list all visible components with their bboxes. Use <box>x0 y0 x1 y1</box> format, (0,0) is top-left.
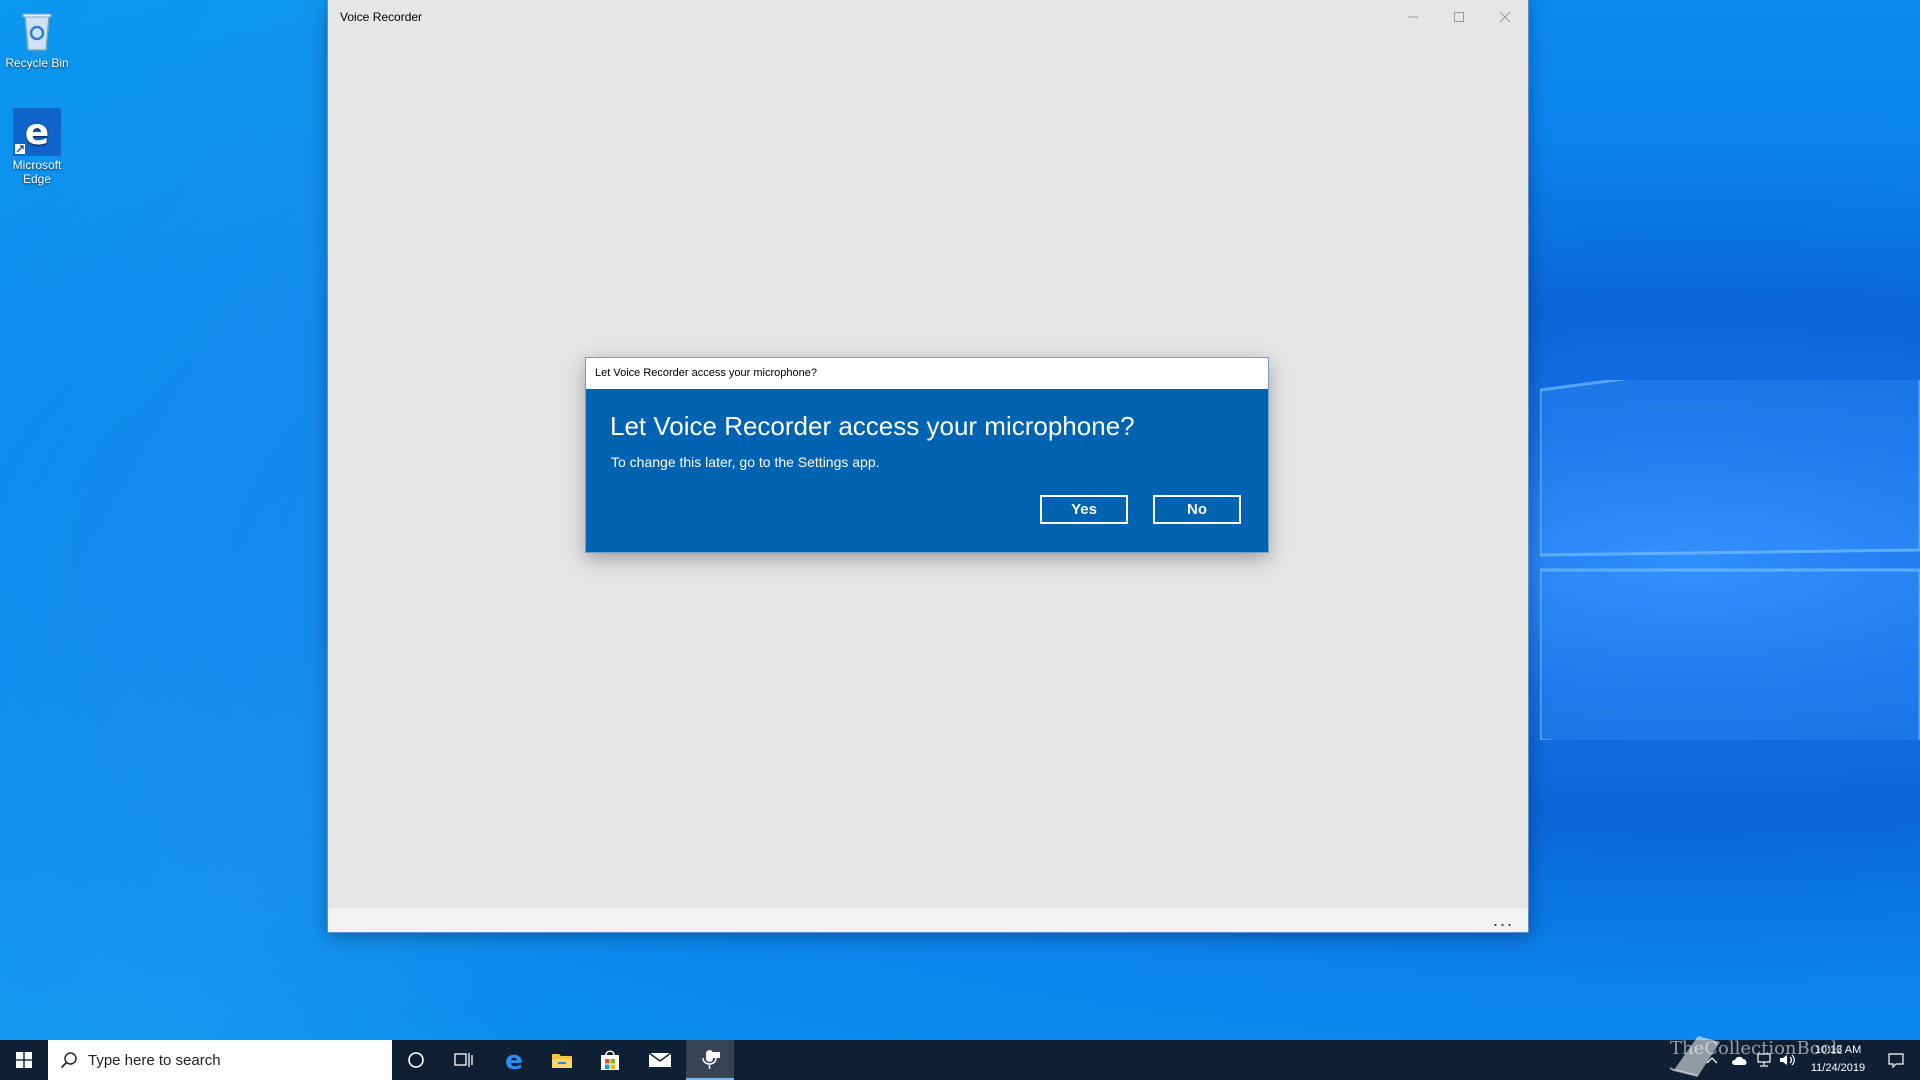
edge-icon: e <box>13 108 61 156</box>
yes-button[interactable]: Yes <box>1040 495 1128 524</box>
dialog-subtext: To change this later, go to the Settings… <box>611 454 880 470</box>
clock-date[interactable]: 11/24/2019 <box>1802 1062 1874 1074</box>
dialog-titlebar[interactable]: Let Voice Recorder access your microphon… <box>586 358 1268 389</box>
microphone-icon <box>702 1050 720 1069</box>
recycle-bin-icon <box>13 6 61 54</box>
desktop-icon-label: Microsoft Edge <box>12 158 62 186</box>
app-command-bar: ... <box>328 908 1528 932</box>
mail-icon <box>648 1052 672 1067</box>
close-button[interactable] <box>1482 0 1528 34</box>
svg-text:e: e <box>505 1048 523 1072</box>
no-button[interactable]: No <box>1153 495 1241 524</box>
maximize-icon <box>1454 12 1464 22</box>
windows-start-icon <box>16 1052 32 1068</box>
search-icon <box>60 1052 77 1069</box>
watermark-text: TheCollectionBook <box>1670 1038 1843 1059</box>
microphone-permission-dialog: Let Voice Recorder access your microphon… <box>586 358 1268 552</box>
more-options-button[interactable]: ... <box>1493 910 1514 931</box>
task-view-button[interactable] <box>440 1040 488 1080</box>
minimize-button[interactable] <box>1390 0 1436 34</box>
minimize-icon <box>1408 16 1418 18</box>
window-title: Voice Recorder <box>340 10 423 24</box>
svg-text:e: e <box>25 112 49 153</box>
task-view-icon <box>454 1053 473 1067</box>
taskbar: Type here to search e 10:13 AM 11/24/201… <box>0 1040 1920 1080</box>
desktop-icon-label: Recycle Bin <box>5 56 69 70</box>
desktop-icon-microsoft-edge[interactable]: e Microsoft Edge <box>4 108 70 186</box>
notification-icon <box>1888 1053 1904 1068</box>
taskbar-mail-button[interactable] <box>636 1040 684 1080</box>
edge-icon: e <box>505 1048 523 1072</box>
start-button[interactable] <box>0 1040 48 1080</box>
dialog-window-title: Let Voice Recorder access your microphon… <box>595 367 817 379</box>
window-titlebar[interactable]: Voice Recorder <box>328 0 1528 34</box>
folder-icon <box>552 1054 572 1068</box>
search-placeholder: Type here to search <box>88 1052 221 1069</box>
action-center-button[interactable] <box>1876 1040 1916 1080</box>
taskbar-file-explorer-button[interactable] <box>538 1040 586 1080</box>
taskbar-voice-recorder-button[interactable] <box>686 1040 734 1080</box>
taskbar-search-box[interactable]: Type here to search <box>48 1040 392 1080</box>
close-icon <box>1499 11 1511 23</box>
maximize-button[interactable] <box>1436 0 1482 34</box>
cortana-button[interactable] <box>392 1040 440 1080</box>
taskbar-store-button[interactable] <box>586 1040 634 1080</box>
desktop-icon-recycle-bin[interactable]: Recycle Bin <box>4 6 70 70</box>
dialog-heading: Let Voice Recorder access your microphon… <box>610 411 1135 441</box>
cortana-icon <box>408 1052 424 1068</box>
taskbar-edge-button[interactable]: e <box>490 1040 538 1080</box>
store-bag-icon <box>601 1050 619 1070</box>
windows-logo-wallpaper <box>1540 380 1920 740</box>
